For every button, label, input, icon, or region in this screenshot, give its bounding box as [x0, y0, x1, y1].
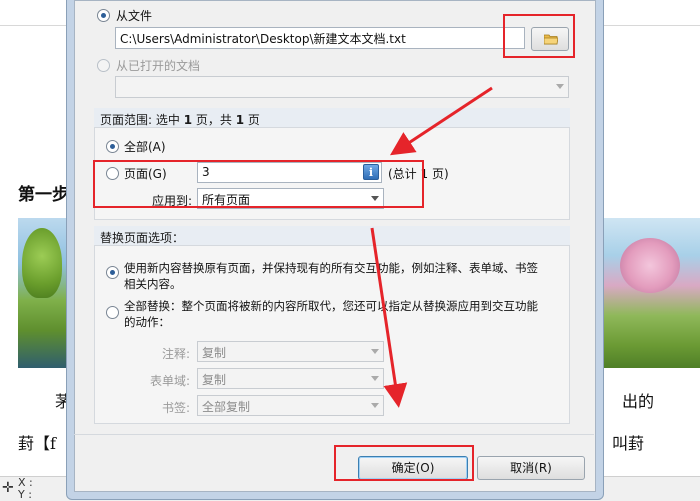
annotation-arrows: [370, 86, 493, 408]
arrow-to-page-range: [389, 86, 493, 156]
arrow-to-ok: [370, 227, 408, 408]
